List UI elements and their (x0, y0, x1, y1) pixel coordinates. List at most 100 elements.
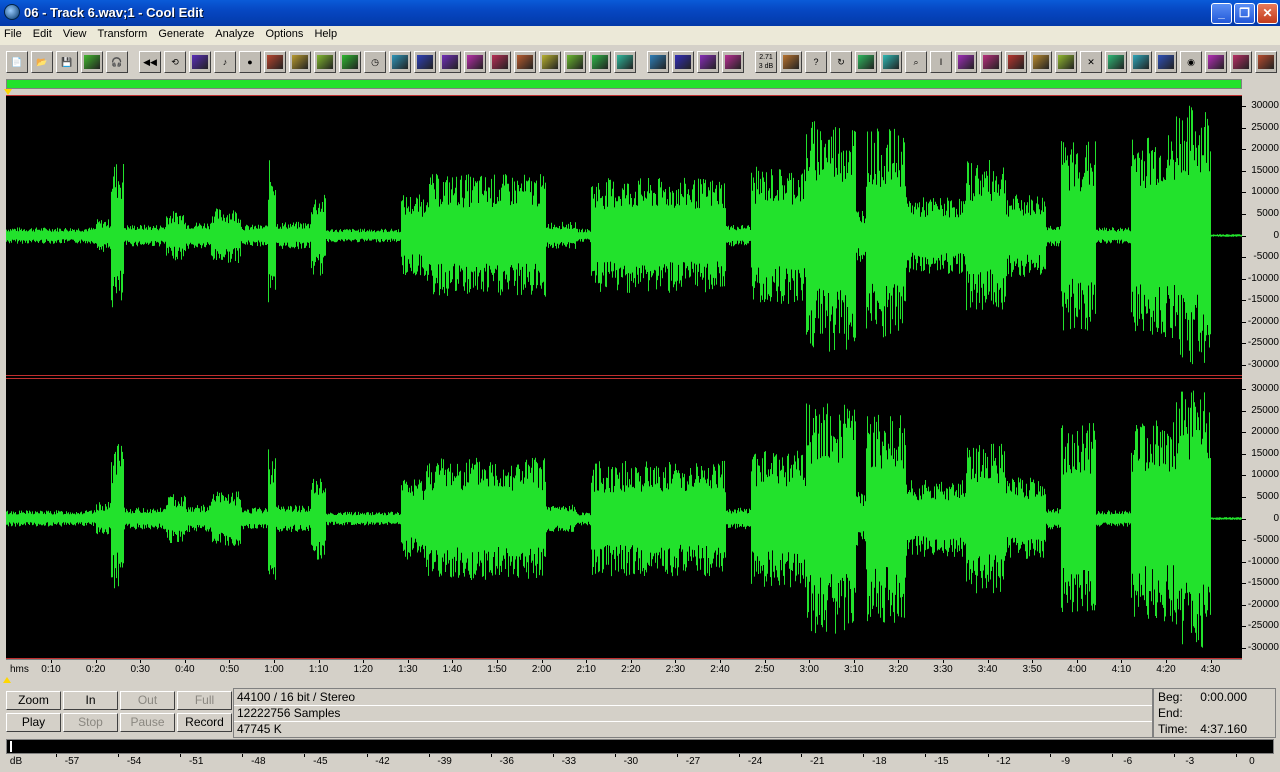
time-tick-label: 2:50 (754, 664, 775, 675)
zoom-globe-tool-button[interactable] (780, 51, 802, 73)
time-ruler[interactable]: hms 0:10 0:20 0:30 0:40 0:50 1:00 1:10 1:20 1:30… (6, 659, 1242, 677)
gain-icon: 2.71 3 dB (758, 54, 774, 70)
amplitude-tick-mark (1242, 365, 1246, 366)
time-tick-mark (51, 660, 52, 663)
cursor-tool-button[interactable]: I (930, 51, 952, 73)
filter-tool-button[interactable] (339, 51, 361, 73)
samples-info: 12222756 Samples (237, 706, 341, 720)
circle-tool-button[interactable]: ● (239, 51, 261, 73)
scope-1-tool-button[interactable] (1105, 51, 1127, 73)
menu-help[interactable]: Help (310, 26, 341, 42)
waveform-display[interactable] (6, 95, 1242, 659)
brightness-tool-button[interactable] (464, 51, 486, 73)
refresh-tool-button[interactable]: ↻ (830, 51, 852, 73)
menu-generate[interactable]: Generate (154, 26, 208, 42)
minimize-button[interactable]: _ (1211, 3, 1232, 24)
eq-tool-button[interactable] (514, 51, 536, 73)
cross-tool-button[interactable]: ✕ (1080, 51, 1102, 73)
cue-4-icon (725, 55, 741, 69)
list-1-tool-button[interactable] (980, 51, 1002, 73)
save-tool-button[interactable]: 💾 (56, 51, 78, 73)
clock-tool-button[interactable]: ◷ (364, 51, 386, 73)
wave-tool-button[interactable] (564, 51, 586, 73)
delay-tool-button[interactable] (539, 51, 561, 73)
bullseye-tool-button[interactable]: ◉ (1180, 51, 1202, 73)
save-selection-tool-button[interactable] (81, 51, 103, 73)
noise-tool-button[interactable] (439, 51, 461, 73)
wave-icon (567, 55, 583, 69)
wave-b-tool-button[interactable] (1055, 51, 1077, 73)
note-tool-button[interactable]: ♪ (214, 51, 236, 73)
cool-edit-app-icon[interactable] (4, 4, 20, 20)
amplitude-tick-mark (1242, 343, 1246, 345)
cue-1-tool-button[interactable] (647, 51, 669, 73)
grid-1-tool-button[interactable] (1230, 51, 1252, 73)
overview-bar[interactable] (6, 79, 1242, 89)
circle-icon: ● (247, 57, 253, 67)
amplitude-tick-mark (1242, 192, 1246, 194)
db-tick-label: -15 (934, 756, 949, 767)
right-channel-waveform[interactable] (6, 378, 1242, 659)
pause-button[interactable]: Pause (120, 713, 175, 732)
db-tick-mark (1049, 754, 1051, 757)
notes-tool-button[interactable] (955, 51, 977, 73)
help-tool-button[interactable]: ? (805, 51, 827, 73)
gain-tool-button[interactable]: 2.71 3 dB (755, 51, 777, 73)
menu-transform[interactable]: Transform (94, 26, 152, 42)
swap-channels-tool-button[interactable] (189, 51, 211, 73)
spectrum-tool-button[interactable] (489, 51, 511, 73)
record-loop-tool-button[interactable] (389, 51, 411, 73)
close-button[interactable]: ✕ (1257, 3, 1278, 24)
db-tick-label: -57 (64, 756, 80, 767)
menu-file[interactable]: File (0, 26, 26, 42)
menu-analyze[interactable]: Analyze (211, 26, 258, 42)
zoom-full-button[interactable]: Full (177, 691, 232, 710)
pencil-tool-button[interactable] (589, 51, 611, 73)
cue-2-tool-button[interactable] (672, 51, 694, 73)
db-tick-label: -42 (375, 756, 390, 767)
begin-value: 0:00.000 (1200, 690, 1247, 704)
menu-options[interactable]: Options (261, 26, 307, 42)
rewind-tool-button[interactable]: ◀◀ (139, 51, 161, 73)
maximize-button[interactable]: ❐ (1234, 3, 1255, 24)
time-tick-mark (630, 660, 632, 663)
zoom-in-button[interactable]: In (63, 691, 118, 710)
tape-tool-button[interactable] (414, 51, 436, 73)
grid-2-tool-button[interactable] (1255, 51, 1277, 73)
record-button[interactable]: Record (177, 713, 232, 732)
cue-4-tool-button[interactable] (722, 51, 744, 73)
headphones-tool-button[interactable]: 🎧 (106, 51, 128, 73)
cd-tool-button[interactable] (855, 51, 877, 73)
wave-a-tool-button[interactable] (1030, 51, 1052, 73)
wave-insert-tool-button[interactable] (264, 51, 286, 73)
pencil-icon (592, 55, 608, 69)
scope-2-tool-button[interactable] (1130, 51, 1152, 73)
db-tick-mark (739, 754, 741, 757)
mixer-tool-button[interactable] (1155, 51, 1177, 73)
menu-edit[interactable]: Edit (29, 26, 56, 42)
waveform-trace (6, 390, 1242, 648)
left-channel-waveform[interactable] (6, 95, 1242, 376)
time-unit-label: hms (10, 664, 29, 675)
time-tick-label: 4:10 (1111, 664, 1132, 675)
zoom-out-button[interactable]: Out (120, 691, 175, 710)
freq-tool-button[interactable] (880, 51, 902, 73)
list-2-tool-button[interactable] (1005, 51, 1027, 73)
stop-button[interactable]: Stop (63, 713, 118, 732)
time-tick-mark (541, 660, 543, 663)
menu-view[interactable]: View (59, 26, 91, 42)
cue-3-tool-button[interactable] (697, 51, 719, 73)
search-tool-button[interactable]: ⌕ (905, 51, 927, 73)
time-tick-label: 3:50 (1022, 664, 1042, 675)
open-tool-button[interactable]: 📂 (31, 51, 53, 73)
envelope-tool-button[interactable] (314, 51, 336, 73)
play-button[interactable]: Play (6, 713, 61, 732)
new-tool-button[interactable]: 📄 (6, 51, 28, 73)
db-tick-mark (863, 754, 865, 757)
loop-tool-button[interactable]: ⟲ (164, 51, 186, 73)
zoom-button[interactable]: Zoom (6, 691, 61, 710)
playback-cursor-marker-icon[interactable] (3, 677, 11, 683)
fade-tool-button[interactable] (289, 51, 311, 73)
shrink-tool-button[interactable] (614, 51, 636, 73)
play-list-tool-button[interactable] (1205, 51, 1227, 73)
